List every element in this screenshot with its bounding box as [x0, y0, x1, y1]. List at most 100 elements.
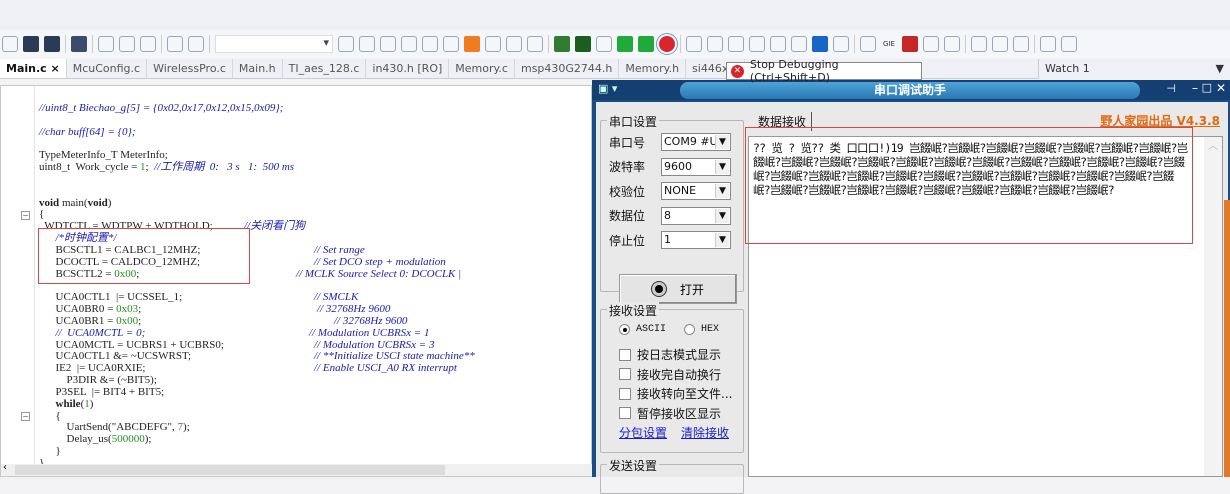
- stop-debug-icon[interactable]: [656, 33, 678, 55]
- field-select[interactable]: NONE ▼: [661, 182, 731, 200]
- code-comment: // Set DCO step + modulation: [314, 255, 446, 268]
- new-file-icon[interactable]: [2, 36, 18, 52]
- bookmark-icon[interactable]: [464, 36, 480, 52]
- gie-icon[interactable]: GIE: [881, 36, 897, 52]
- tab-memory-c[interactable]: Memory.c: [449, 59, 515, 78]
- chevron-down-icon[interactable]: ▼: [715, 135, 729, 149]
- go-icon[interactable]: [617, 36, 633, 52]
- checkbox-icon[interactable]: [619, 387, 631, 400]
- tab-msp430g2744-h[interactable]: msp430G2744.h: [515, 59, 620, 78]
- save-all-icon[interactable]: [44, 36, 60, 52]
- timer-icon[interactable]: [1013, 36, 1029, 52]
- open-port-button[interactable]: 打开: [619, 274, 737, 304]
- paste-icon[interactable]: [140, 36, 156, 52]
- field-select[interactable]: 9600 ▼: [661, 157, 731, 176]
- code-token: }: [39, 445, 61, 458]
- close-tab-icon[interactable]: ×: [47, 62, 60, 75]
- tab-wirelesspro-c[interactable]: WirelessPro.c: [147, 59, 233, 78]
- step-into-icon[interactable]: [707, 36, 723, 52]
- radio-dot-icon: [619, 324, 630, 335]
- field-select[interactable]: 1 ▼: [661, 231, 731, 249]
- checkbox-icon[interactable]: [619, 348, 631, 361]
- code-comment: //工作周期 0: 3 s 1: 500 ms: [154, 161, 295, 174]
- code-line: Delay_us(500000);: [1, 433, 591, 445]
- bug-icon[interactable]: [902, 36, 918, 52]
- run-to-cursor-icon[interactable]: [770, 36, 786, 52]
- clock-icon[interactable]: [944, 36, 960, 52]
- tab-main-h[interactable]: Main.h: [233, 59, 283, 78]
- receive-option-checkbox[interactable]: 接收完自动换行: [619, 366, 721, 383]
- maximize-icon[interactable]: □: [1202, 81, 1212, 94]
- copy-icon[interactable]: [119, 36, 135, 52]
- scroll-thumb[interactable]: [15, 465, 445, 475]
- step-out-icon[interactable]: [728, 36, 744, 52]
- memory-icon[interactable]: [992, 36, 1008, 52]
- receive-option-checkbox[interactable]: 接收转向至文件...: [619, 385, 732, 402]
- chevron-down-icon[interactable]: ▼: [715, 159, 729, 174]
- receive-option-checkbox[interactable]: 暂停接收区显示: [619, 405, 721, 422]
- redo-icon[interactable]: [188, 36, 204, 52]
- tab-ti-aes-128-c[interactable]: TI_aes_128.c: [283, 59, 367, 78]
- select-value: 1: [664, 233, 671, 246]
- tab-in430-h-ro-[interactable]: in430.h [RO]: [366, 59, 450, 78]
- code-comment: // 32768Hz 9600: [317, 303, 391, 316]
- tab-memory-h[interactable]: Memory.h: [619, 59, 687, 78]
- forward-icon[interactable]: [380, 36, 396, 52]
- horizontal-scrollbar[interactable]: ‹: [1, 462, 593, 476]
- chevron-down-icon[interactable]: ▼: [1216, 62, 1224, 75]
- code-token: UCA0MCTL = UCBRS1 + UCBRS0;: [39, 338, 224, 351]
- checkbox-label: 按日志模式显示: [637, 348, 722, 362]
- field-select[interactable]: COM9 #US ▼: [661, 133, 731, 151]
- chevron-down-icon[interactable]: ▼: [715, 208, 729, 223]
- cut-icon[interactable]: [98, 36, 114, 52]
- step-over-icon[interactable]: [686, 36, 702, 52]
- close-icon[interactable]: ✕: [1216, 81, 1226, 95]
- tab-mcuconfig-c[interactable]: McuConfig.c: [67, 59, 148, 78]
- break-icon[interactable]: [812, 36, 828, 52]
- checkbox-icon[interactable]: [619, 407, 631, 419]
- clear-receive-link[interactable]: 清除接收: [681, 424, 729, 441]
- field-select[interactable]: 8 ▼: [661, 206, 731, 225]
- app-menu-icon[interactable]: ▣ ▾: [598, 82, 617, 95]
- search-combo[interactable]: [215, 35, 333, 53]
- prev-page-icon[interactable]: [506, 36, 522, 52]
- back-icon[interactable]: [338, 36, 354, 52]
- download-debug-icon[interactable]: [575, 36, 591, 52]
- find-icon[interactable]: [359, 36, 375, 52]
- next-statement-icon[interactable]: [749, 36, 765, 52]
- code-editor[interactable]: − − //uint8_t Biechao_g[5] = {0x02,0x17,…: [0, 85, 593, 477]
- next-page-icon[interactable]: [527, 36, 543, 52]
- tab-main-c[interactable]: Main.c ×: [0, 59, 67, 78]
- registers-icon[interactable]: [860, 36, 876, 52]
- watch-tab[interactable]: Watch 1 ▼: [1038, 59, 1230, 79]
- radio-hex[interactable]: [684, 324, 696, 335]
- receive-option-checkbox[interactable]: 按日志模式显示: [619, 346, 721, 363]
- chevron-down-icon[interactable]: ▼: [715, 184, 729, 198]
- indent-icon[interactable]: [422, 36, 438, 52]
- clear-icon[interactable]: [1040, 36, 1056, 52]
- hw-reset-icon[interactable]: [923, 36, 939, 52]
- run-icon[interactable]: [791, 36, 807, 52]
- prev-icon[interactable]: [443, 36, 459, 52]
- code-line: UCA0BR1 = 0x00; // 32768Hz 9600: [1, 315, 591, 327]
- print-icon[interactable]: [71, 36, 87, 52]
- checkbox-icon[interactable]: [619, 368, 631, 380]
- radio-ascii[interactable]: ASCII HEX: [619, 324, 719, 335]
- download-icon[interactable]: [554, 36, 570, 52]
- reset-icon[interactable]: [638, 36, 654, 52]
- minimize-icon[interactable]: –: [1192, 81, 1198, 95]
- packet-settings-link[interactable]: 分包设置: [619, 424, 667, 441]
- vertical-scrollbar[interactable]: ︿: [1204, 137, 1222, 476]
- pin-icon[interactable]: ⊣: [1166, 82, 1176, 95]
- scroll-left-icon[interactable]: ‹: [3, 462, 7, 473]
- next-icon[interactable]: [485, 36, 501, 52]
- chevron-down-icon[interactable]: ▼: [715, 233, 729, 247]
- undo-icon[interactable]: [167, 36, 183, 52]
- return-icon[interactable]: [833, 36, 849, 52]
- toggle-icon[interactable]: [401, 36, 417, 52]
- cc-icon[interactable]: [1061, 36, 1077, 52]
- settings-icon[interactable]: [971, 36, 987, 52]
- breakpoint-icon[interactable]: [596, 36, 612, 52]
- save-icon[interactable]: [23, 36, 39, 52]
